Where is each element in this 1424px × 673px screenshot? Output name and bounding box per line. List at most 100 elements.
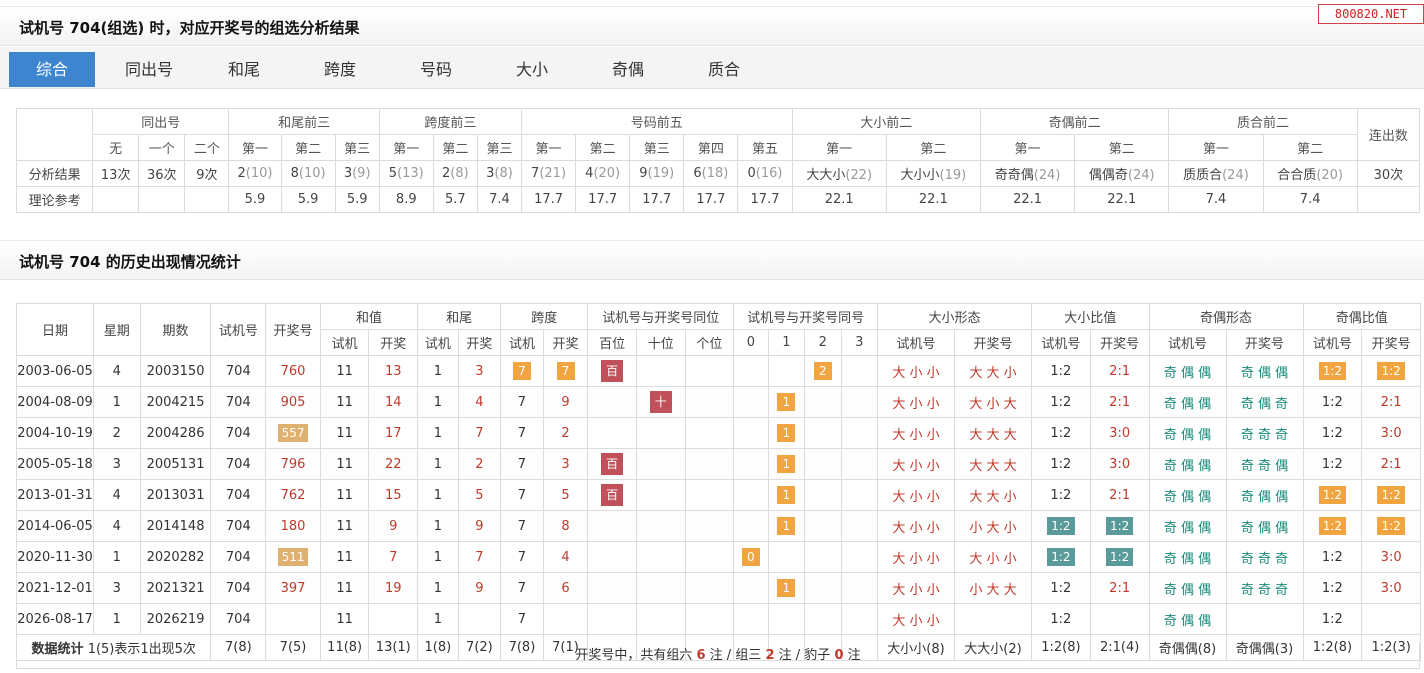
cell-value: 奇 偶 偶: [1163, 613, 1212, 629]
highlight-badge: 1: [777, 424, 796, 442]
leopard-count: 0: [834, 648, 844, 663]
tab-3[interactable]: 跨度: [297, 52, 383, 87]
tab-2[interactable]: 和尾: [201, 52, 287, 87]
cell-value: 7: [517, 425, 527, 441]
column-subheader: 0: [733, 329, 769, 356]
data-cell: [684, 355, 735, 387]
cell-value: 大 小 小: [892, 582, 940, 598]
cell-value: 2004-08-09: [17, 394, 93, 410]
data-cell: 180: [265, 510, 321, 542]
data-cell: [1361, 603, 1422, 635]
tab-0[interactable]: 综合: [9, 52, 95, 87]
cell-value: 760: [280, 363, 306, 379]
data-cell: [954, 603, 1032, 635]
history-row: 2003-06-05 4 2003150 704 760 11 13 1 3 7 7 百 2 大 小 小大…: [16, 355, 1422, 387]
result-value: 偶偶奇: [1088, 168, 1128, 183]
result-count: (24): [1033, 168, 1061, 183]
data-cell: 1:2: [1361, 479, 1422, 511]
section-header-history: 试机号 704 的历史出现情况统计: [0, 240, 1424, 280]
tab-6[interactable]: 奇偶: [585, 52, 671, 87]
cell-value: 2005131: [146, 456, 205, 472]
tab-4[interactable]: 号码: [393, 52, 479, 87]
sub-header: 第一: [791, 134, 887, 161]
result-count: (10): [298, 166, 326, 181]
data-cell: 2:1: [1361, 448, 1422, 480]
section-title-analysis: 试机号 704(组选) 时，对应开奖号的组选分析结果: [19, 19, 360, 37]
data-cell: 1: [417, 541, 459, 573]
data-cell: 百: [587, 479, 637, 511]
data-cell: [635, 603, 686, 635]
cell-value: 8: [561, 518, 570, 534]
data-cell: 1: [417, 386, 459, 418]
column-subheader: 试机: [417, 329, 459, 356]
cell-value: 1:2: [1321, 549, 1343, 565]
data-cell: 2003-06-05: [16, 355, 94, 387]
result-cell: 质质合(24): [1168, 160, 1264, 187]
data-cell: [587, 510, 637, 542]
result-value: 30次: [1373, 168, 1404, 183]
data-cell: 2004215: [139, 386, 212, 418]
data-cell: 2: [804, 355, 842, 387]
column-subheader: 开奖: [368, 329, 419, 356]
cell-value: 704: [225, 518, 251, 534]
data-cell: 1: [767, 417, 806, 449]
summary-group-row: 同出号 和尾前三 跨度前三 号码前五 大小前二 奇偶前二 质合前二 连出数: [15, 108, 1421, 161]
data-cell: 13: [368, 355, 419, 387]
highlight-badge: 1:2: [1318, 486, 1347, 504]
data-cell: 14: [368, 386, 419, 418]
data-cell: 7: [368, 541, 419, 573]
data-cell: 4: [92, 355, 141, 387]
reference-cell: 7.4: [476, 186, 522, 213]
data-cell: [804, 572, 842, 604]
data-cell: 大 小 小: [877, 572, 955, 604]
tab-5[interactable]: 大小: [489, 52, 575, 87]
result-count: (19): [939, 168, 967, 183]
cell-value: 14: [385, 394, 402, 410]
data-cell: 11: [319, 510, 370, 542]
data-cell: 2003150: [139, 355, 212, 387]
data-cell: 1: [767, 386, 806, 418]
cell-value: 奇 偶 偶: [1163, 396, 1212, 412]
summary-sub-row: 无一个 二个 第一 第二 第三 第一 第二 第三 第一 第二 第三 第四 第五 第一 第二 第一 第二 第一 第二: [17, 134, 1420, 161]
data-cell: 7: [500, 603, 544, 635]
data-cell: 1:2: [1031, 541, 1091, 573]
tab-7[interactable]: 质合: [681, 52, 767, 87]
cell-value: 9: [475, 518, 484, 534]
data-cell: 22: [368, 448, 419, 480]
result-value: 大小小: [900, 168, 940, 183]
data-cell: 大 小 小: [877, 417, 955, 449]
data-cell: 1:2: [1031, 355, 1091, 387]
column-header: 日期: [16, 303, 94, 356]
cell-value: 1:2: [1321, 456, 1343, 472]
cell-value: 3: [475, 363, 484, 379]
data-cell: 9: [542, 386, 589, 418]
group-header: 奇偶前二: [979, 108, 1170, 135]
data-cell: [804, 510, 842, 542]
data-cell: 704: [210, 448, 267, 480]
result-cell: 3(9): [334, 160, 380, 187]
data-cell: 奇 偶 偶: [1148, 448, 1227, 480]
site-watermark: 800820.NET: [1318, 4, 1424, 24]
result-count: (8): [494, 166, 513, 181]
cell-value: 奇 偶 偶: [1240, 489, 1289, 505]
cell-value: 2013031: [146, 487, 205, 503]
data-cell: [587, 386, 637, 418]
column-header: 奇偶比值: [1302, 303, 1422, 330]
data-cell: [840, 603, 879, 635]
data-cell: 大 小 小: [954, 541, 1032, 573]
data-cell: 1:2: [1031, 417, 1091, 449]
cell-value: 2004215: [146, 394, 205, 410]
result-count: (8): [450, 166, 469, 181]
sub-header: 第二: [280, 134, 336, 161]
data-cell: [587, 603, 637, 635]
cell-value: 1: [433, 394, 442, 410]
cell-value: 奇 偶 偶: [1163, 458, 1212, 474]
sub-header: 第二: [885, 134, 981, 161]
data-cell: [767, 541, 806, 573]
result-value: 3: [343, 166, 353, 181]
tab-1[interactable]: 同出号: [106, 52, 192, 87]
cell-value: 2004286: [146, 425, 205, 441]
footer-prefix: 开奖号中，共有组六: [575, 648, 693, 663]
data-cell: 1: [767, 448, 806, 480]
reference-cell: 22.1: [1074, 186, 1170, 213]
